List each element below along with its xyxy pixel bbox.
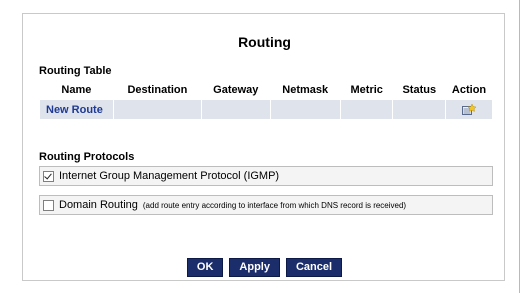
apply-button[interactable]: Apply — [229, 258, 280, 277]
destination-cell — [112, 99, 203, 120]
routing-page: Routing Routing Table Name Destination G… — [0, 0, 528, 293]
col-header-status: Status — [392, 79, 447, 100]
igmp-label: Internet Group Management Protocol (IGMP… — [59, 170, 280, 182]
routing-table-header: Name Destination Gateway Netmask Metric … — [39, 79, 493, 100]
status-cell — [392, 99, 447, 120]
page-title: Routing — [238, 34, 291, 50]
col-header-destination: Destination — [112, 79, 203, 100]
action-cell — [445, 99, 493, 120]
netmask-cell — [269, 99, 341, 120]
col-header-action: Action — [445, 79, 493, 100]
routing-protocols-label: Routing Protocols — [39, 151, 135, 163]
col-header-metric: Metric — [339, 79, 394, 100]
new-route-link[interactable]: New Route — [39, 99, 114, 120]
form-buttons: OK Apply Cancel — [23, 258, 506, 277]
cancel-button[interactable]: Cancel — [285, 258, 343, 277]
routing-panel: Routing Routing Table Name Destination G… — [22, 13, 505, 281]
window-edge — [519, 0, 520, 293]
col-header-name: Name — [39, 79, 114, 100]
add-route-icon[interactable] — [462, 103, 477, 116]
col-header-gateway: Gateway — [201, 79, 271, 100]
table-row: New Route — [39, 99, 493, 120]
igmp-checkbox[interactable] — [43, 170, 54, 182]
routing-table-label: Routing Table — [39, 65, 112, 77]
routing-table: Name Destination Gateway Netmask Metric … — [39, 79, 493, 120]
igmp-row[interactable]: Internet Group Management Protocol (IGMP… — [39, 166, 493, 186]
col-header-netmask: Netmask — [269, 79, 341, 100]
domain-routing-checkbox[interactable] — [43, 199, 54, 211]
domain-routing-note: (add route entry according to interface … — [142, 200, 407, 210]
gateway-cell — [201, 99, 271, 120]
domain-routing-row[interactable]: Domain Routing (add route entry accordin… — [39, 195, 493, 215]
ok-button[interactable]: OK — [186, 258, 224, 277]
metric-cell — [339, 99, 394, 120]
domain-routing-label: Domain Routing — [59, 199, 138, 211]
